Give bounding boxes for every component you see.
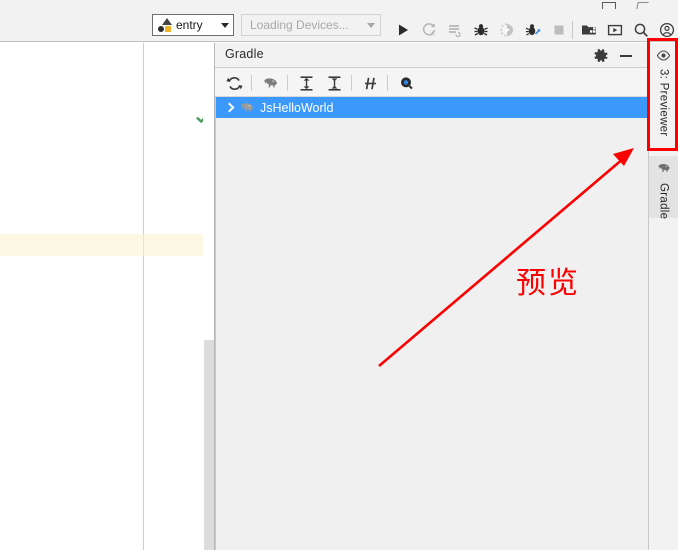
- chevron-right-icon[interactable]: [223, 102, 235, 114]
- account-button[interactable]: [654, 18, 678, 42]
- collapse-all-button[interactable]: [323, 72, 345, 94]
- sidebar-item-label: Gradle: [657, 183, 670, 220]
- gradle-settings-button[interactable]: [395, 72, 417, 94]
- rerun-button[interactable]: A: [416, 18, 442, 42]
- bug-icon: [474, 24, 488, 36]
- tree-row[interactable]: JsHelloWorld: [216, 97, 649, 118]
- apply-changes-icon: [449, 25, 461, 38]
- elephant-icon: [264, 78, 278, 88]
- toolbar-separator: [572, 21, 573, 39]
- rerun-icon: A: [422, 23, 436, 38]
- gradle-header: Gradle: [215, 43, 648, 68]
- attach-debug-icon: [500, 23, 513, 37]
- elephant-icon: [655, 161, 672, 180]
- elephant-icon: [238, 100, 255, 115]
- refresh-icon: [225, 76, 243, 90]
- sidebar-item-gradle[interactable]: Gradle: [649, 156, 678, 220]
- stop-icon: [554, 25, 564, 35]
- sidebar-item-label: 3: Previewer: [657, 69, 670, 137]
- stop-button[interactable]: [546, 18, 572, 42]
- svg-text:A: A: [431, 32, 435, 38]
- expand-all-icon: [300, 75, 312, 91]
- window-icon[interactable]: [602, 2, 616, 9]
- avd-manager-icon: [607, 24, 623, 36]
- search-everywhere-button[interactable]: [628, 18, 654, 42]
- gradle-title: Gradle: [225, 47, 264, 61]
- device-selector-label: Loading Devices...: [250, 18, 349, 32]
- debug-button[interactable]: [468, 18, 494, 42]
- toggle-offline-button[interactable]: [359, 72, 381, 94]
- apply-changes-button[interactable]: [442, 18, 468, 42]
- sidebar-item-previewer[interactable]: 3: Previewer: [649, 43, 678, 137]
- device-selector[interactable]: Loading Devices...: [241, 14, 381, 36]
- editor-scrollbar-track[interactable]: [203, 43, 214, 550]
- redo-icon[interactable]: [636, 2, 650, 9]
- editor-highlighted-line: [0, 234, 214, 256]
- android-studio-window: entry Loading Devices... A Gradle JsHell…: [0, 0, 678, 550]
- chevron-down-icon: [221, 22, 229, 28]
- eye-icon: [656, 48, 671, 66]
- execute-gradle-task-button[interactable]: [259, 72, 281, 94]
- gradle-project-tree[interactable]: JsHelloWorld: [215, 97, 649, 550]
- refresh-gradle-button[interactable]: [223, 72, 245, 94]
- gear-icon[interactable]: [592, 47, 610, 65]
- run-button[interactable]: [390, 18, 416, 42]
- editor-scrollbar-thumb[interactable]: [204, 340, 214, 550]
- account-icon: [659, 22, 675, 38]
- run-configuration-label: entry: [176, 18, 203, 32]
- profile-button[interactable]: [520, 18, 546, 42]
- code-editor-pane[interactable]: [0, 43, 215, 550]
- sdk-manager-button[interactable]: [576, 18, 602, 42]
- sdk-manager-icon: [582, 25, 596, 35]
- chevron-down-icon: [367, 22, 375, 28]
- profiler-icon: [525, 24, 541, 36]
- offline-mode-icon: [364, 77, 376, 89]
- main-toolbar: entry Loading Devices... A: [0, 9, 678, 42]
- avd-manager-button[interactable]: [602, 18, 628, 42]
- editor-gutter-divider: [143, 43, 144, 550]
- expand-all-button[interactable]: [295, 72, 317, 94]
- gradle-toolbar: [215, 68, 648, 97]
- minimize-icon[interactable]: [618, 47, 636, 65]
- module-icon: [158, 18, 172, 32]
- collapse-all-icon: [328, 75, 340, 91]
- task-search-icon: [400, 76, 413, 89]
- attach-debugger-button[interactable]: [494, 18, 520, 42]
- right-tool-window-strip: 3: Previewer Gradle: [648, 43, 678, 550]
- run-configuration-selector[interactable]: entry: [152, 14, 234, 36]
- play-icon: [399, 24, 408, 36]
- tree-item-label: JsHelloWorld: [260, 100, 334, 115]
- gradle-tool-window: Gradle JsHelloWorld: [215, 43, 649, 550]
- search-icon: [634, 23, 648, 37]
